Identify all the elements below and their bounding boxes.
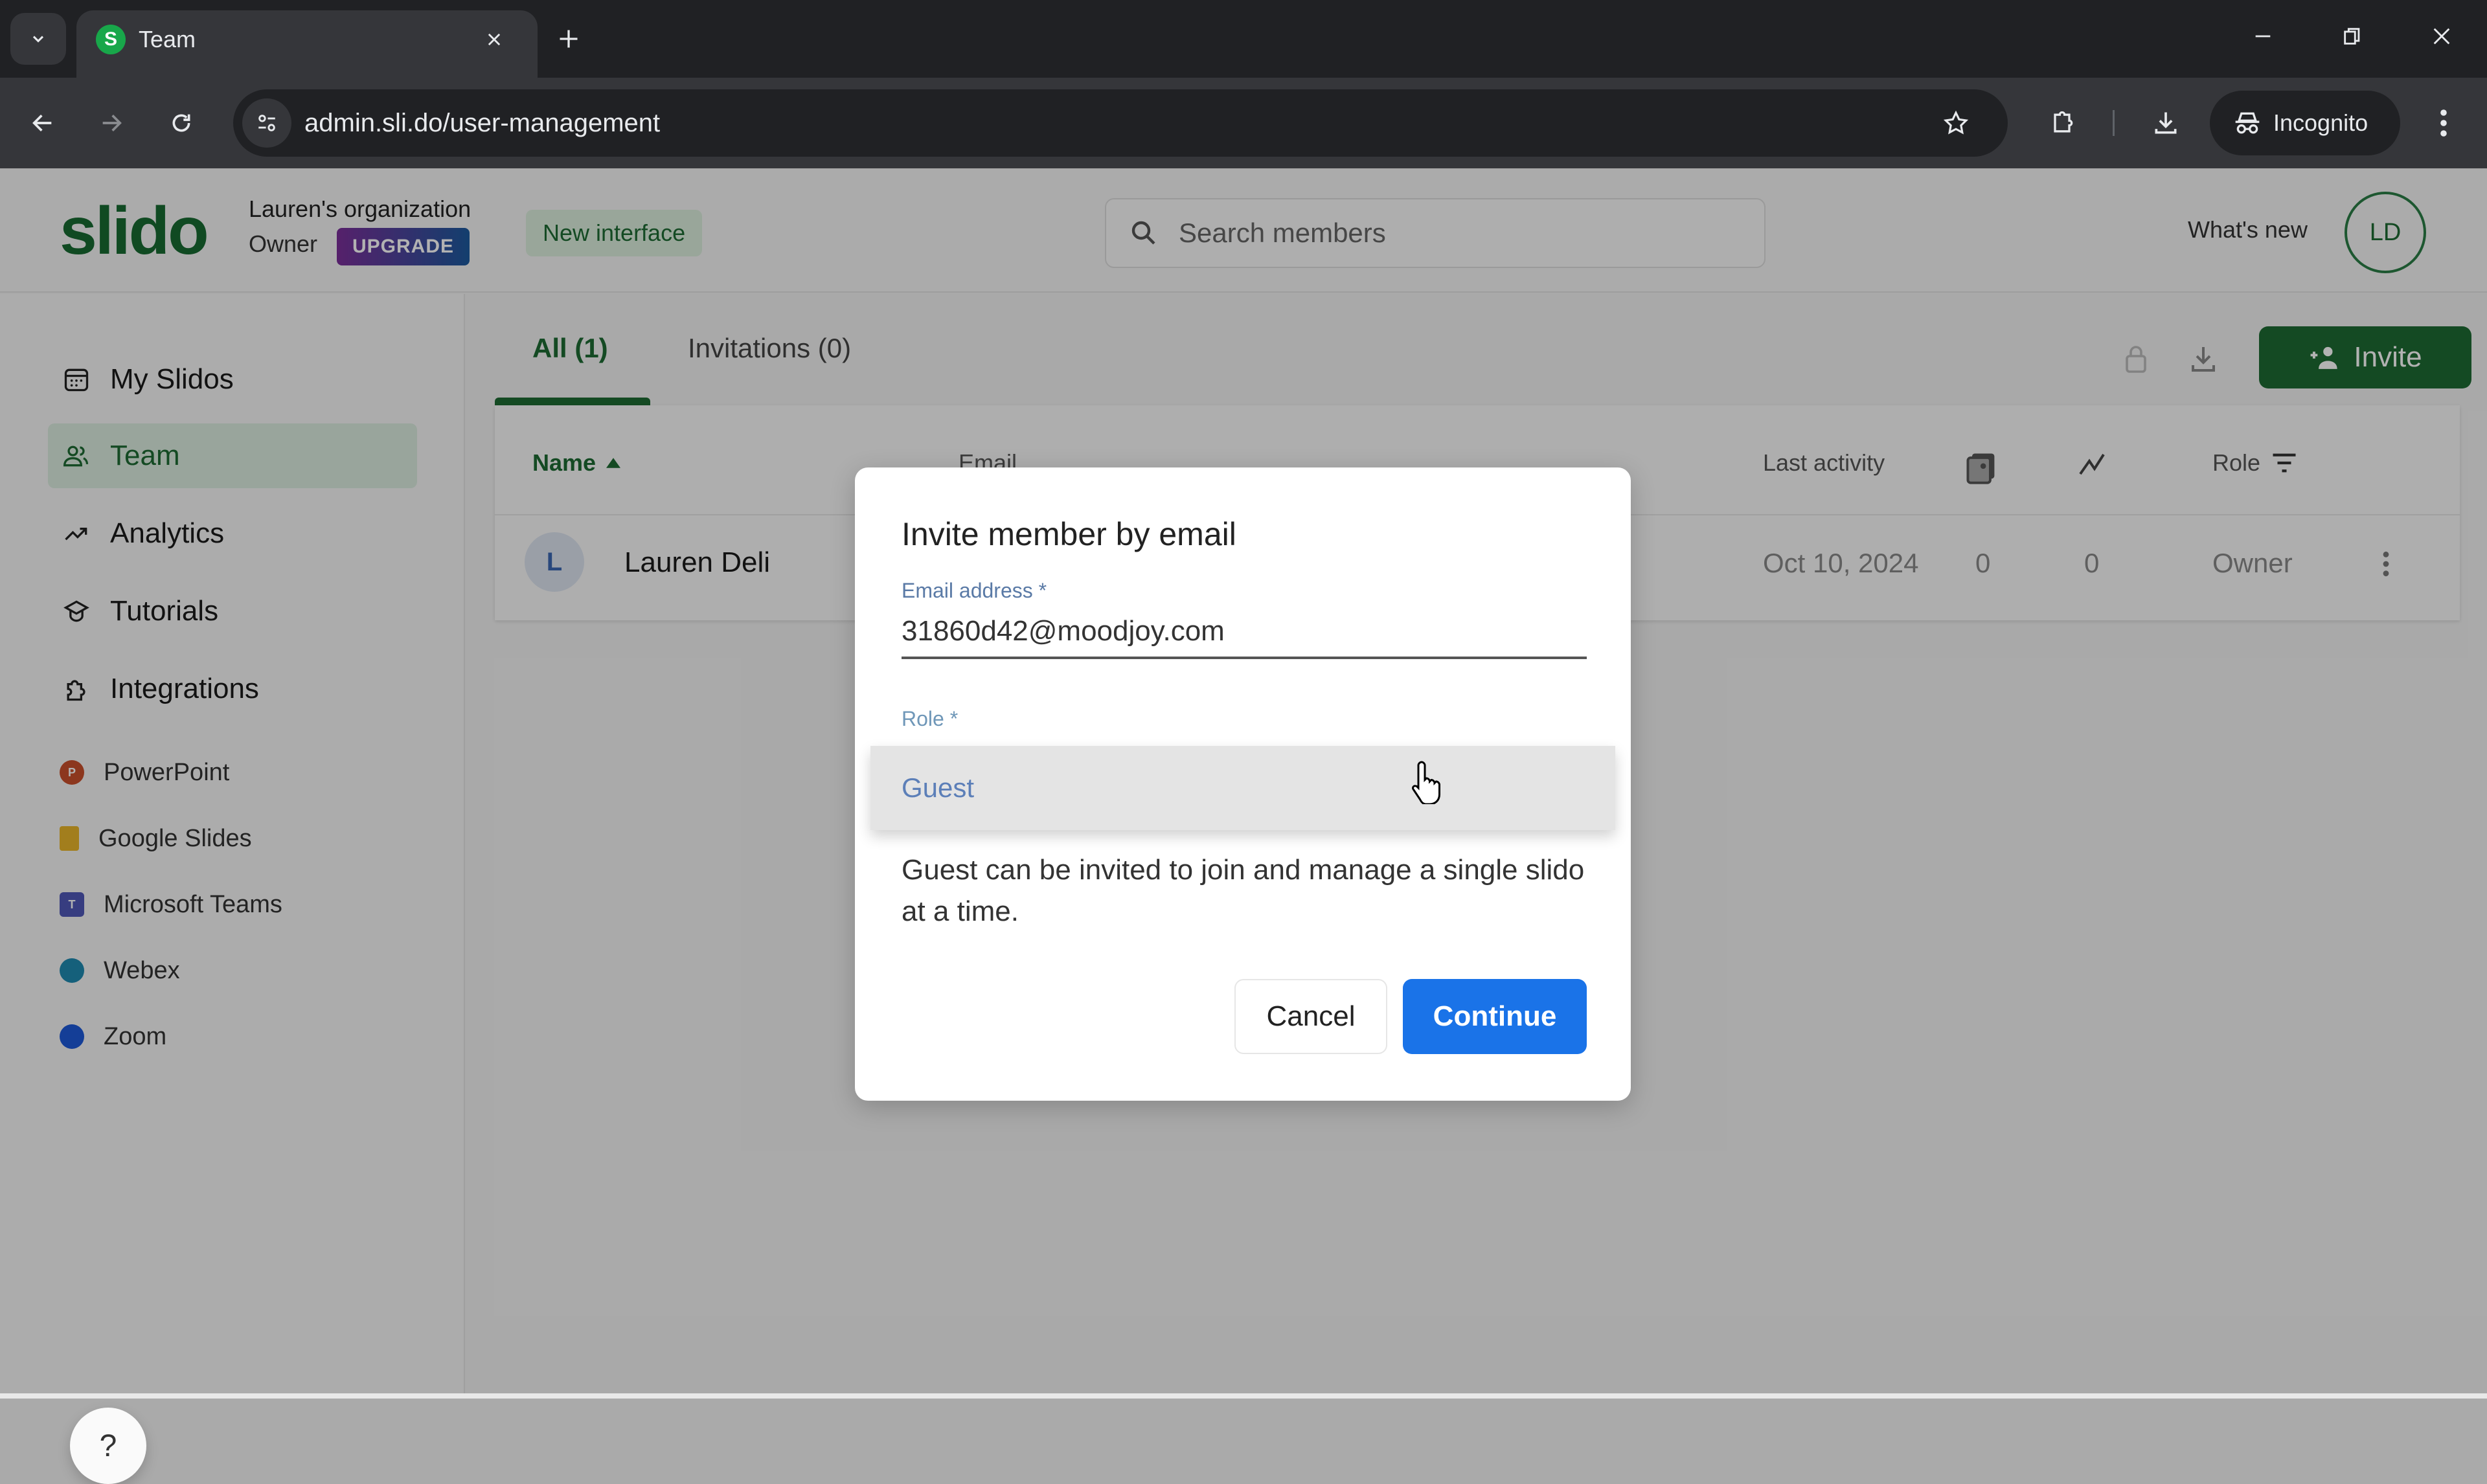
email-field[interactable] <box>902 615 1587 647</box>
help-button[interactable]: ? <box>70 1408 146 1484</box>
puzzle-icon <box>2054 111 2073 133</box>
kebab-menu-icon <box>2440 109 2447 137</box>
browser-menu-button[interactable] <box>2427 104 2460 142</box>
role-selected-value: Guest <box>902 772 975 803</box>
close-icon <box>488 33 501 46</box>
back-button[interactable] <box>23 104 62 142</box>
reload-icon <box>172 114 190 132</box>
dialog-title: Invite member by email <box>902 516 1236 552</box>
downloads-button[interactable] <box>2145 102 2186 144</box>
tune-icon <box>258 115 275 131</box>
star-icon <box>1943 110 1969 135</box>
hand-cursor-icon <box>1412 761 1440 804</box>
extensions-button[interactable] <box>2041 102 2083 144</box>
tab-search-button[interactable] <box>10 13 66 65</box>
browser-toolbar: admin.sli.do/user-management Incognito <box>0 78 2487 168</box>
new-tab-button[interactable] <box>549 19 588 58</box>
email-field-underline <box>902 657 1587 659</box>
slido-favicon-icon: S <box>96 25 126 54</box>
minimize-icon <box>2255 35 2271 38</box>
incognito-label: Incognito <box>2273 109 2368 136</box>
email-field-label: Email address * <box>902 579 1047 602</box>
arrow-left-icon <box>32 115 52 131</box>
browser-tab-team[interactable]: S Team <box>76 10 538 78</box>
minimize-button[interactable] <box>2237 17 2289 56</box>
forward-button[interactable] <box>92 104 131 142</box>
continue-button[interactable]: Continue <box>1403 979 1587 1054</box>
download-icon <box>2155 112 2177 134</box>
reload-button[interactable] <box>162 104 201 142</box>
invite-member-dialog: Invite member by email Email address * R… <box>855 467 1631 1101</box>
cancel-button[interactable]: Cancel <box>1234 979 1387 1054</box>
incognito-indicator[interactable]: Incognito <box>2210 91 2400 155</box>
browser-tab-strip: S Team <box>0 0 2487 78</box>
bookmark-button[interactable] <box>1936 104 1975 142</box>
plus-icon <box>560 30 578 48</box>
tab-title: Team <box>139 26 196 52</box>
role-select[interactable]: Guest <box>870 746 1615 830</box>
role-field-label: Role * <box>902 707 959 730</box>
chevron-down-icon <box>32 36 44 43</box>
url-text[interactable]: admin.sli.do/user-management <box>304 106 660 140</box>
arrow-right-icon <box>102 115 122 131</box>
bottom-edge <box>0 1393 2487 1399</box>
site-info-button[interactable] <box>242 98 291 148</box>
restore-button[interactable] <box>2326 17 2378 56</box>
close-window-button[interactable] <box>2416 17 2468 56</box>
role-description: Guest can be invited to join and manage … <box>902 854 1585 927</box>
toolbar-separator <box>2113 110 2115 136</box>
restore-icon <box>2344 28 2360 45</box>
close-tab-button[interactable] <box>478 23 510 56</box>
address-bar[interactable]: admin.sli.do/user-management <box>233 89 2008 157</box>
close-icon <box>2433 28 2450 45</box>
incognito-icon <box>2235 112 2260 134</box>
